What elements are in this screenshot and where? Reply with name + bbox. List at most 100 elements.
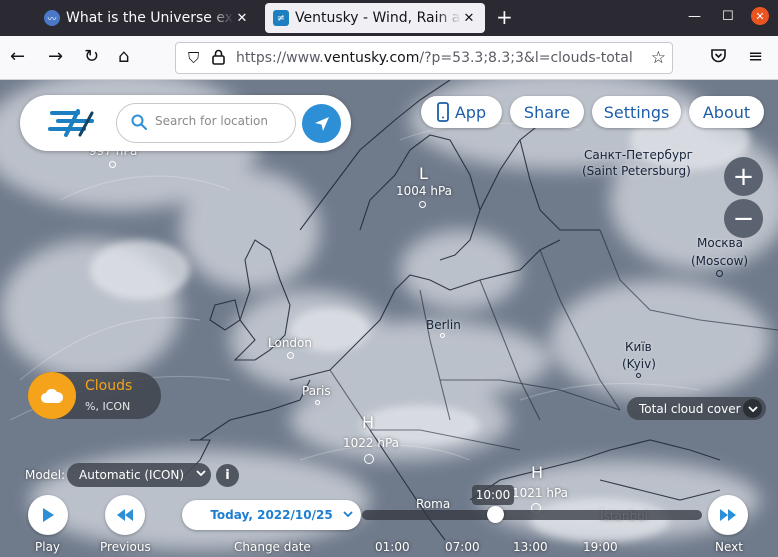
city-dot-moscow: [716, 270, 723, 277]
forward-arrow-icon[interactable]: →: [48, 47, 63, 67]
low-pressure-letter: L: [419, 164, 428, 183]
about-button-label: About: [702, 102, 751, 122]
browser-nav-bar: ← → ↻ ⌂ ⛉ https://www.ventusky.com/?p=53…: [0, 36, 778, 80]
high-pressure-letter: H: [362, 413, 375, 432]
tab-universe[interactable]: 〰 What is the Universe expa ✕: [36, 3, 258, 33]
change-date-label: Change date: [234, 540, 311, 554]
search-field[interactable]: [116, 103, 296, 143]
city-label-berlin: Berlin: [426, 318, 461, 332]
fast-forward-icon: [720, 509, 736, 521]
rewind-icon: [117, 509, 133, 521]
play-icon: [43, 508, 54, 522]
city-label-moscow-en: (Moscow): [691, 254, 749, 268]
ventusky-favicon-icon: ≠: [273, 10, 289, 26]
current-time-bubble: 10:00: [472, 485, 514, 505]
reload-icon[interactable]: ↻: [84, 47, 99, 67]
timeline-thumb[interactable]: [487, 506, 504, 523]
lock-icon[interactable]: [212, 49, 225, 69]
tab-ventusky[interactable]: ≠ Ventusky - Wind, Rain and ✕: [265, 3, 485, 33]
info-icon: i: [225, 468, 230, 483]
maximize-window-icon[interactable]: ☐: [722, 9, 734, 24]
back-arrow-icon[interactable]: ←: [10, 47, 25, 67]
layer-name: Clouds: [85, 378, 133, 394]
layer-subtype-value: Total cloud cover: [639, 401, 741, 416]
city-label-moscow: Москва: [697, 236, 743, 250]
shield-icon[interactable]: ⛉: [188, 49, 199, 67]
layer-indicator[interactable]: Clouds %, ICON: [28, 372, 161, 419]
close-tab-icon[interactable]: ✕: [234, 11, 250, 26]
city-label-london: London: [268, 336, 312, 350]
play-button[interactable]: [28, 495, 68, 535]
city-dot-kyiv: [636, 373, 641, 378]
previous-button[interactable]: [105, 495, 145, 535]
low-pressure-dot: [419, 201, 426, 208]
city-dot-paris: [315, 400, 320, 405]
phone-icon: [436, 102, 449, 122]
ventusky-logo-icon[interactable]: [48, 109, 96, 137]
city-label-kyiv: Київ: [625, 340, 652, 354]
timeline-tick: 01:00: [375, 540, 410, 554]
date-value: Today, 2022/10/25: [210, 508, 333, 522]
city-label-roma: Roma: [416, 497, 451, 511]
city-dot-london: [287, 352, 294, 359]
location-arrow-icon: [314, 116, 329, 131]
chevron-down-icon: [343, 507, 353, 520]
new-tab-icon[interactable]: +: [496, 7, 513, 27]
home-icon[interactable]: ⌂: [118, 47, 129, 67]
settings-button-label: Settings: [603, 102, 670, 122]
high-pressure-value: 1022 hPa: [343, 436, 400, 450]
city-label-saint-petersburg: Санкт-Петербург: [584, 148, 693, 162]
close-tab-icon[interactable]: ✕: [461, 11, 477, 26]
timeline-tick: 19:00: [583, 540, 618, 554]
zoom-in-icon: +: [732, 161, 755, 192]
app-button-label: App: [454, 102, 487, 122]
locate-me-button[interactable]: [302, 104, 341, 143]
previous-label: Previous: [100, 540, 151, 554]
tab-title: Ventusky - Wind, Rain and: [295, 10, 461, 26]
url-text: https://www.ventusky.com/?p=53.3;8.3;3&l…: [236, 50, 633, 66]
bookmark-star-icon[interactable]: ☆: [651, 48, 666, 68]
search-icon: [131, 114, 147, 130]
share-button-label: Share: [523, 102, 571, 122]
settings-button[interactable]: Settings: [592, 96, 681, 128]
chevron-down-icon: [743, 399, 762, 418]
low-pressure-value: 1004 hPa: [396, 184, 453, 198]
model-label: Model:: [25, 468, 66, 482]
search-input[interactable]: [155, 114, 279, 128]
model-info-button[interactable]: i: [216, 464, 239, 487]
about-button[interactable]: About: [689, 96, 764, 128]
app-button[interactable]: App: [421, 96, 502, 128]
browser-tab-bar: 〰 What is the Universe expa ✕ ≠ Ventusky…: [0, 0, 778, 36]
layer-icon-circle: [28, 372, 76, 419]
pressure-center-dot: [109, 161, 116, 168]
menu-icon[interactable]: ≡: [748, 47, 763, 67]
model-value: Automatic (ICON): [79, 468, 185, 482]
universe-favicon-icon: 〰: [44, 10, 60, 26]
url-bar[interactable]: ⛉ https://www.ventusky.com/?p=53.3;8.3;3…: [175, 42, 673, 74]
high-pressure-dot: [364, 454, 374, 464]
timeline-track[interactable]: [362, 510, 702, 520]
zoom-out-icon: −: [732, 203, 755, 234]
model-select[interactable]: Automatic (ICON): [67, 463, 211, 487]
date-select-button[interactable]: Today, 2022/10/25: [182, 500, 361, 530]
timeline-tick: 07:00: [445, 540, 480, 554]
timeline-tick: 13:00: [513, 540, 548, 554]
layer-unit: %, ICON: [85, 400, 131, 413]
zoom-in-button[interactable]: +: [724, 157, 763, 196]
tab-title: What is the Universe expa: [66, 10, 234, 26]
pocket-icon[interactable]: [710, 48, 727, 69]
next-button[interactable]: [708, 495, 748, 535]
cloud-icon: [41, 388, 64, 403]
layer-subtype-select[interactable]: Total cloud cover: [627, 397, 766, 420]
play-label: Play: [35, 540, 61, 554]
city-label-paris: Paris: [302, 384, 331, 398]
high-pressure-value-2: 1021 hPa: [512, 486, 569, 500]
close-window-icon[interactable]: ✕: [751, 7, 769, 25]
minimize-window-icon[interactable]: —: [688, 9, 701, 24]
city-dot-berlin: [440, 333, 445, 338]
zoom-out-button[interactable]: −: [724, 199, 763, 238]
search-panel: [20, 95, 351, 151]
city-label-kyiv-en: (Kyiv): [622, 357, 656, 371]
city-label-saint-petersburg-en: (Saint Petersburg): [582, 164, 691, 178]
share-button[interactable]: Share: [510, 96, 584, 128]
